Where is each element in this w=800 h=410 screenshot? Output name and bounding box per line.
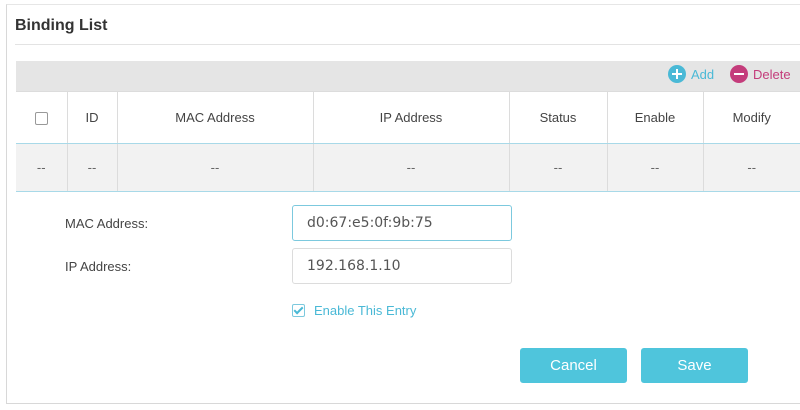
section-title: Binding List bbox=[15, 17, 108, 34]
table-toolbar: Add Delete bbox=[16, 61, 800, 91]
column-header-mac-address: MAC Address bbox=[117, 91, 314, 144]
row-enable-cell: -- bbox=[607, 143, 704, 192]
column-header-status: Status bbox=[509, 91, 608, 144]
mac-address-input[interactable] bbox=[292, 205, 512, 241]
ip-address-label: IP Address: bbox=[65, 259, 132, 274]
delete-button-label: Delete bbox=[753, 66, 791, 82]
row-ip-cell: -- bbox=[313, 143, 510, 192]
checkbox-checked-icon bbox=[292, 304, 305, 317]
table-row: -- -- -- -- -- -- -- bbox=[16, 143, 800, 192]
column-header-modify: Modify bbox=[703, 91, 800, 144]
row-select-cell: -- bbox=[16, 143, 68, 192]
column-header-enable: Enable bbox=[607, 91, 704, 144]
delete-button[interactable]: Delete bbox=[730, 63, 791, 85]
cancel-button[interactable]: Cancel bbox=[520, 348, 627, 383]
column-header-id: ID bbox=[67, 91, 118, 144]
column-header-ip-address: IP Address bbox=[313, 91, 510, 144]
plus-circle-icon bbox=[668, 65, 686, 83]
row-status-cell: -- bbox=[509, 143, 608, 192]
row-mac-cell: -- bbox=[117, 143, 314, 192]
ip-address-input[interactable] bbox=[292, 248, 512, 284]
add-button[interactable]: Add bbox=[668, 63, 714, 85]
enable-entry-label: Enable This Entry bbox=[314, 303, 417, 318]
table-header-row: ID MAC Address IP Address Status Enable … bbox=[16, 91, 800, 144]
enable-entry-checkbox[interactable]: Enable This Entry bbox=[292, 303, 416, 318]
binding-table: ID MAC Address IP Address Status Enable … bbox=[16, 91, 800, 192]
row-id-cell: -- bbox=[67, 143, 118, 192]
row-modify-cell: -- bbox=[703, 143, 800, 192]
minus-circle-icon bbox=[730, 65, 748, 83]
select-all-cell[interactable] bbox=[16, 91, 68, 144]
mac-address-label: MAC Address: bbox=[65, 216, 149, 231]
select-all-checkbox[interactable] bbox=[34, 112, 48, 126]
add-button-label: Add bbox=[691, 66, 715, 82]
save-button[interactable]: Save bbox=[641, 348, 748, 383]
title-divider bbox=[15, 44, 800, 45]
